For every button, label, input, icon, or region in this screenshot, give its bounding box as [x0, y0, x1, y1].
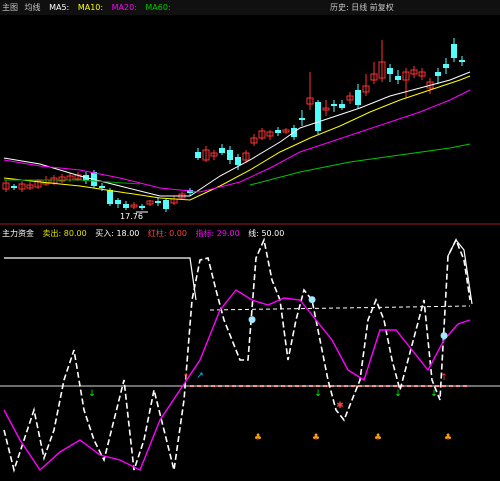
candle-body [115, 200, 121, 204]
buy-marker-icon: ↓ [88, 389, 96, 399]
flag-icon: ♣ [312, 433, 320, 443]
candle-body [11, 186, 17, 188]
top-info-bar: 主图 均线 MA5: MA10: MA20: MA60: [2, 2, 171, 14]
candle-body [331, 104, 337, 106]
candle-body [299, 118, 305, 120]
buy-marker-icon: ↓ [430, 389, 438, 399]
bubble-icon: ● [308, 295, 316, 305]
oscillator-solid-top [4, 257, 197, 301]
top-item-ma: 均线 [24, 3, 41, 12]
candle-body [443, 64, 449, 68]
candle-body [275, 130, 281, 133]
indicator-value: 指标: 29.00 [195, 229, 240, 238]
candle-body [163, 200, 169, 209]
indicator-info-bar: 主力资金 卖出: 80.00 买入: 18.00 红柱: 0.00 指标: 29… [2, 228, 284, 240]
top-item-ma20: MA20: [111, 3, 137, 12]
indicator-line: 线: 50.00 [248, 229, 285, 238]
candle-body [107, 190, 113, 204]
signal-line [3, 289, 471, 472]
candle-body [395, 76, 401, 80]
candle-body [459, 60, 465, 62]
top-right-label: 历史: 日线 前复权 [330, 3, 394, 12]
oscillator-line [3, 237, 471, 473]
price-low-label: 17.76 [120, 212, 143, 221]
candle-body [195, 152, 201, 158]
candle-body [235, 157, 241, 165]
sell-marker-icon: ↑ [440, 373, 448, 383]
indicator-red: 红柱: 0.00 [147, 229, 187, 238]
oscillator-solid-right [447, 238, 473, 305]
stock-chart[interactable]: ↓↑ ↗↓✱↓ ↓↑♣ ♣ ♣ ♣●●● [0, 0, 500, 481]
bubble-icon: ● [440, 331, 448, 341]
buy-marker-icon: ↓ [394, 389, 402, 399]
top-item-main: 主图 [2, 3, 18, 12]
flag-icon: ♣ [444, 433, 452, 443]
candle-body [99, 186, 105, 188]
candle-body [355, 90, 361, 105]
sell-marker-icon: ✱ [336, 401, 344, 411]
candle-body [435, 72, 441, 76]
top-item-ma10: MA10: [77, 3, 104, 12]
sell-marker-icon: ↑ [182, 373, 190, 383]
top-item-ma60: MA60: [145, 3, 171, 12]
candle-body [123, 204, 129, 208]
top-item-ma5: MA5: [49, 3, 70, 12]
buy-marker-icon: ↓ [314, 389, 322, 399]
candle-body [139, 206, 145, 208]
flag-icon: ♣ [374, 433, 382, 443]
indicator-buy: 买入: 18.00 [95, 229, 140, 238]
candle-body [315, 102, 321, 131]
candle-body [387, 68, 393, 74]
bubble-icon: ● [248, 315, 256, 325]
indicator-name: 主力资金 [2, 229, 34, 238]
flag-icon: ♣ [254, 433, 262, 443]
candle-body [155, 201, 161, 203]
candle-body [451, 44, 457, 58]
candle-body [339, 104, 345, 108]
ma10-line [3, 75, 471, 201]
candle-body [227, 150, 233, 160]
upper-dashed-line [209, 305, 471, 311]
signal-marker-icon: ↗ [196, 371, 204, 381]
indicator-sell: 卖出: 80.00 [42, 229, 87, 238]
candle-body [219, 148, 225, 153]
